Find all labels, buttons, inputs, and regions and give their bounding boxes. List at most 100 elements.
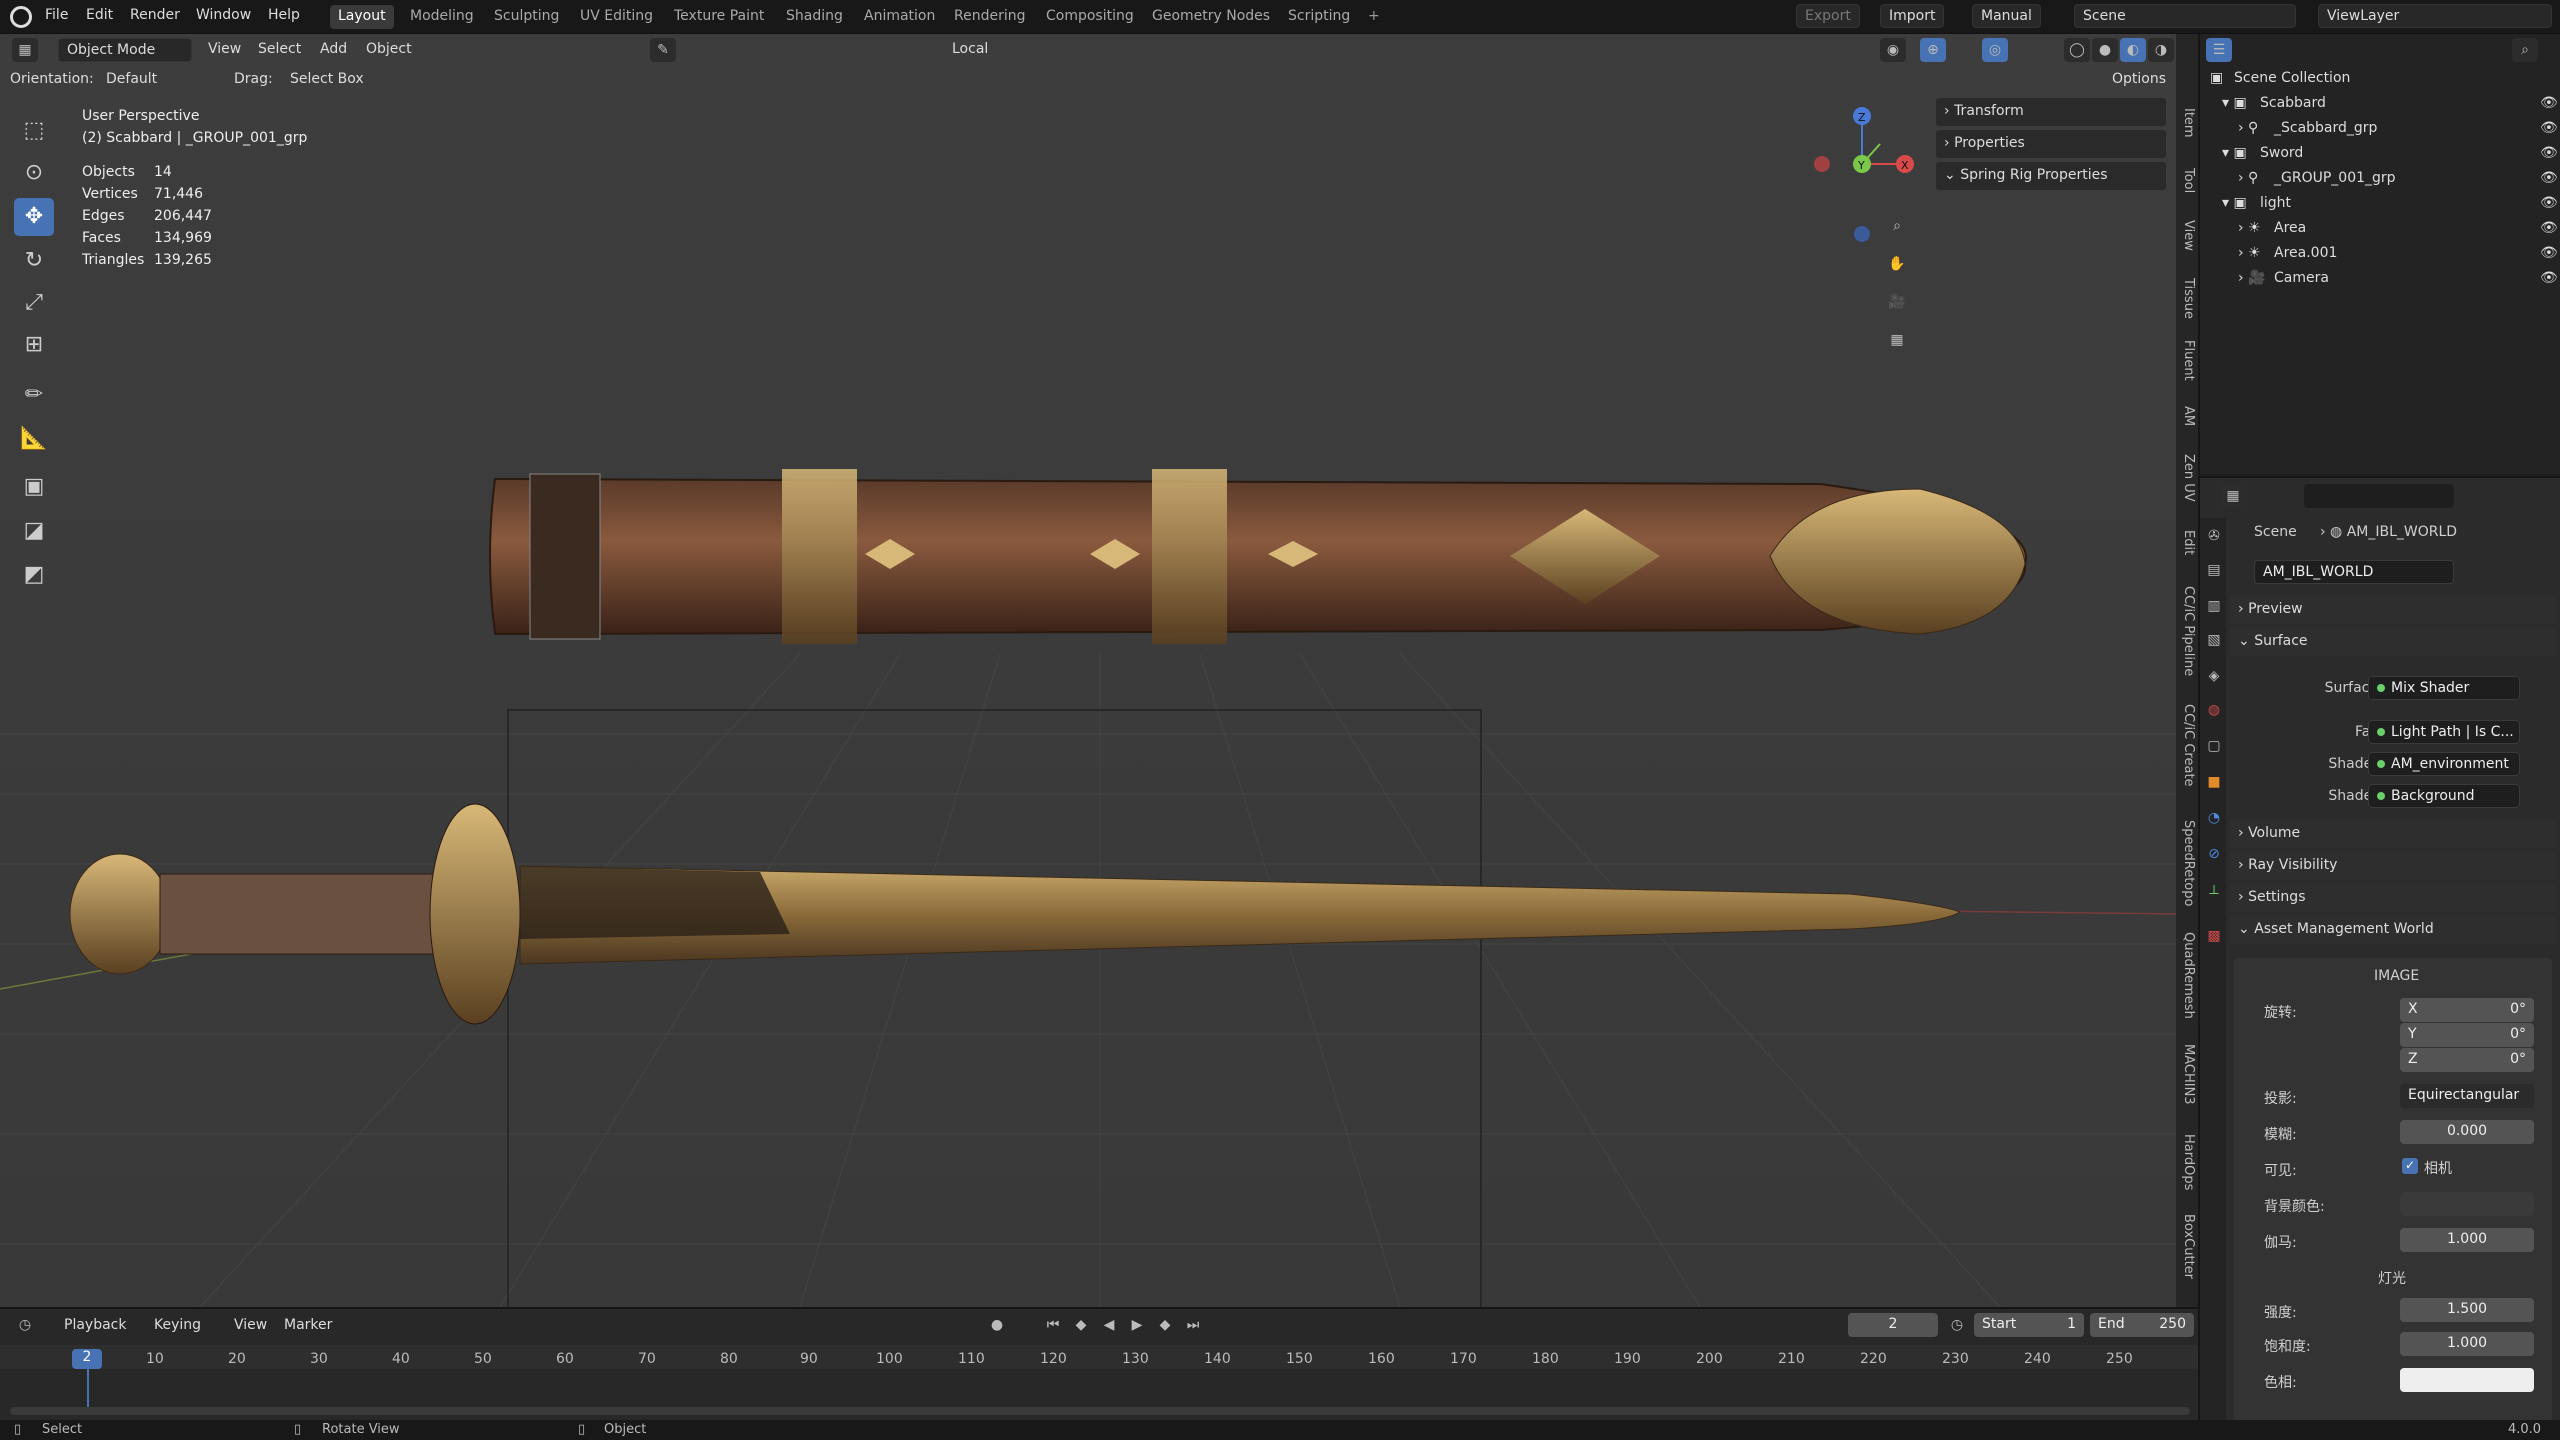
menu-marker[interactable]: Marker [284,1317,332,1333]
tab-shading[interactable]: Shading [778,5,851,29]
add-workspace-icon[interactable]: + [1360,5,1388,29]
export-button[interactable]: Export [1796,4,1860,28]
gamma-field[interactable]: 1.000 [2400,1228,2534,1252]
orientation-selector[interactable]: Default [98,68,216,92]
tab-rendering[interactable]: Rendering [946,5,1034,29]
tab-fluent[interactable]: Fluent [2176,340,2196,381]
overlay-toggle-icon[interactable]: ◎ [1982,38,2008,62]
shading-solid-icon[interactable]: ● [2092,38,2118,62]
tab-texture-paint[interactable]: Texture Paint [666,5,772,29]
tab-animation[interactable]: Animation [856,5,943,29]
tab-geometry-nodes[interactable]: Geometry Nodes [1144,5,1278,29]
panel-asset-management-world[interactable]: ⌄ Asset Management World [2230,916,2556,944]
start-frame-field[interactable]: Start 1 [1974,1313,2084,1337]
world-name-field[interactable]: AM_IBL_WORLD [2254,560,2454,584]
outliner-search-icon[interactable]: ⌕ [2512,38,2538,62]
record-icon[interactable]: ● [984,1313,1010,1337]
move-tool-icon[interactable]: ✥ [14,198,54,236]
camera-view-icon[interactable]: 🎥 [1884,290,1910,314]
rotation-z-field[interactable]: Z 0° [2400,1048,2534,1072]
timeline-scrollbar[interactable] [10,1407,2190,1415]
next-keyframe-icon[interactable]: ◆ [1152,1313,1178,1337]
shader2-field[interactable]: Background [2368,784,2520,808]
clock-icon[interactable]: ◷ [1944,1313,1970,1337]
scale-tool-icon[interactable]: ⤢ [14,284,54,322]
shading-material-icon[interactable]: ◐ [2120,38,2146,62]
mode-selector[interactable]: Object Mode [58,38,192,62]
shear-tool-icon[interactable]: ◪ [14,512,54,550]
outliner-row-scabbard[interactable]: ▾ ▣ Scabbard 👁 [2200,91,2560,116]
projection-select[interactable]: Equirectangular [2400,1084,2534,1108]
fac-field[interactable]: Light Path | Is C... [2368,720,2520,744]
world-tab-icon[interactable]: ◍ [2204,702,2224,722]
current-frame-field[interactable]: 2 [1848,1313,1938,1337]
tab-zen-uv[interactable]: Zen UV [2176,454,2196,502]
play-icon[interactable]: ▶ [1124,1313,1150,1337]
select-box-tool-icon[interactable]: ⬚ [14,112,54,150]
rotation-y-field[interactable]: Y 0° [2400,1023,2534,1047]
blender-logo-icon[interactable] [10,6,32,28]
properties-editor-type-icon[interactable]: ▦ [2220,484,2246,508]
menu-help[interactable]: Help [268,7,300,23]
tab-compositing[interactable]: Compositing [1038,5,1142,29]
menu-file[interactable]: File [45,7,68,23]
tab-hardops[interactable]: HardOps [2176,1134,2196,1190]
transform-tool-icon[interactable]: ⊞ [14,326,54,364]
outliner-filter-icon[interactable]: ☰ [2206,38,2232,62]
viewlayer-selector[interactable]: ViewLayer [2318,4,2552,28]
panel-volume[interactable]: › Volume [2230,820,2556,848]
timeline-editor-type-icon[interactable]: ◷ [12,1313,38,1337]
panel-preview[interactable]: › Preview [2230,596,2556,624]
tool-tab-icon[interactable]: ✇ [2204,528,2224,548]
visibility-icon[interactable]: ◉ [1880,38,1906,62]
collection-tab-icon[interactable]: ▢ [2204,738,2224,758]
camera-visible-checkbox[interactable]: ✓ [2402,1158,2418,1174]
tab-cc-create[interactable]: CC/iC Create [2176,704,2196,787]
tab-quadremesh[interactable]: QuadRemesh [2176,932,2196,1019]
tab-cc-pipeline[interactable]: CC/iC Pipeline [2176,586,2196,676]
tab-item[interactable]: Item [2176,108,2196,138]
shading-wireframe-icon[interactable]: ◯ [2064,38,2090,62]
outliner-row-light[interactable]: ▾ ▣ light 👁 [2200,191,2560,216]
hue-swatch[interactable] [2400,1368,2534,1392]
zoom-icon[interactable]: ⌕ [1884,214,1910,238]
tab-scripting[interactable]: Scripting [1280,5,1358,29]
scene-tab-icon[interactable]: ◈ [2204,668,2224,688]
menu-select[interactable]: Select [258,41,301,57]
scene-selector[interactable]: Scene [2074,4,2296,28]
tab-am[interactable]: AM [2176,406,2196,426]
bg-color-swatch[interactable] [2400,1192,2534,1216]
options-button[interactable]: Options [2104,68,2176,92]
view-layer-tab-icon[interactable]: ▧ [2204,632,2224,652]
extra-tool-icon[interactable]: ◩ [14,556,54,594]
tab-tissue[interactable]: Tissue [2176,278,2196,319]
cursor-tool-icon[interactable]: ⊙ [14,154,54,192]
gizmo-toggle-icon[interactable]: ⊕ [1920,38,1946,62]
tab-layout[interactable]: Layout [330,5,394,29]
physics-tab-icon[interactable]: ◔ [2204,810,2224,830]
tab-modeling[interactable]: Modeling [402,5,482,29]
panel-properties[interactable]: › Properties [1936,130,2166,158]
playhead[interactable]: 2 [72,1349,102,1369]
scene-collection-row[interactable]: ▣ Scene Collection [2200,66,2560,91]
jump-end-icon[interactable]: ⏭ [1180,1313,1206,1337]
panel-settings[interactable]: › Settings [2230,884,2556,912]
eyedropper-icon[interactable]: ✎ [650,38,676,62]
outliner-row-group-grp[interactable]: › ⚲ _GROUP_001_grp 👁 [2200,166,2560,191]
editor-type-icon[interactable]: ▦ [12,38,38,62]
rotate-tool-icon[interactable]: ↻ [14,242,54,280]
tab-sculpting[interactable]: Sculpting [486,5,567,29]
jump-start-icon[interactable]: ⏮ [1040,1313,1066,1337]
panel-ray-visibility[interactable]: › Ray Visibility [2230,852,2556,880]
end-frame-field[interactable]: End 250 [2090,1313,2194,1337]
tab-tool[interactable]: Tool [2176,168,2196,193]
menu-window[interactable]: Window [196,7,251,23]
menu-render[interactable]: Render [130,7,180,23]
menu-keying[interactable]: Keying [154,1317,201,1333]
outliner-row-area[interactable]: › ☀ Area 👁 [2200,216,2560,241]
constraint-tab-icon[interactable]: ⊘ [2204,846,2224,866]
manual-button[interactable]: Manual [1972,4,2041,28]
outliner-row-camera[interactable]: › 🎥 Camera 👁 [2200,266,2560,291]
menu-playback[interactable]: Playback [64,1317,126,1333]
surface-shader-field[interactable]: Mix Shader [2368,676,2520,700]
